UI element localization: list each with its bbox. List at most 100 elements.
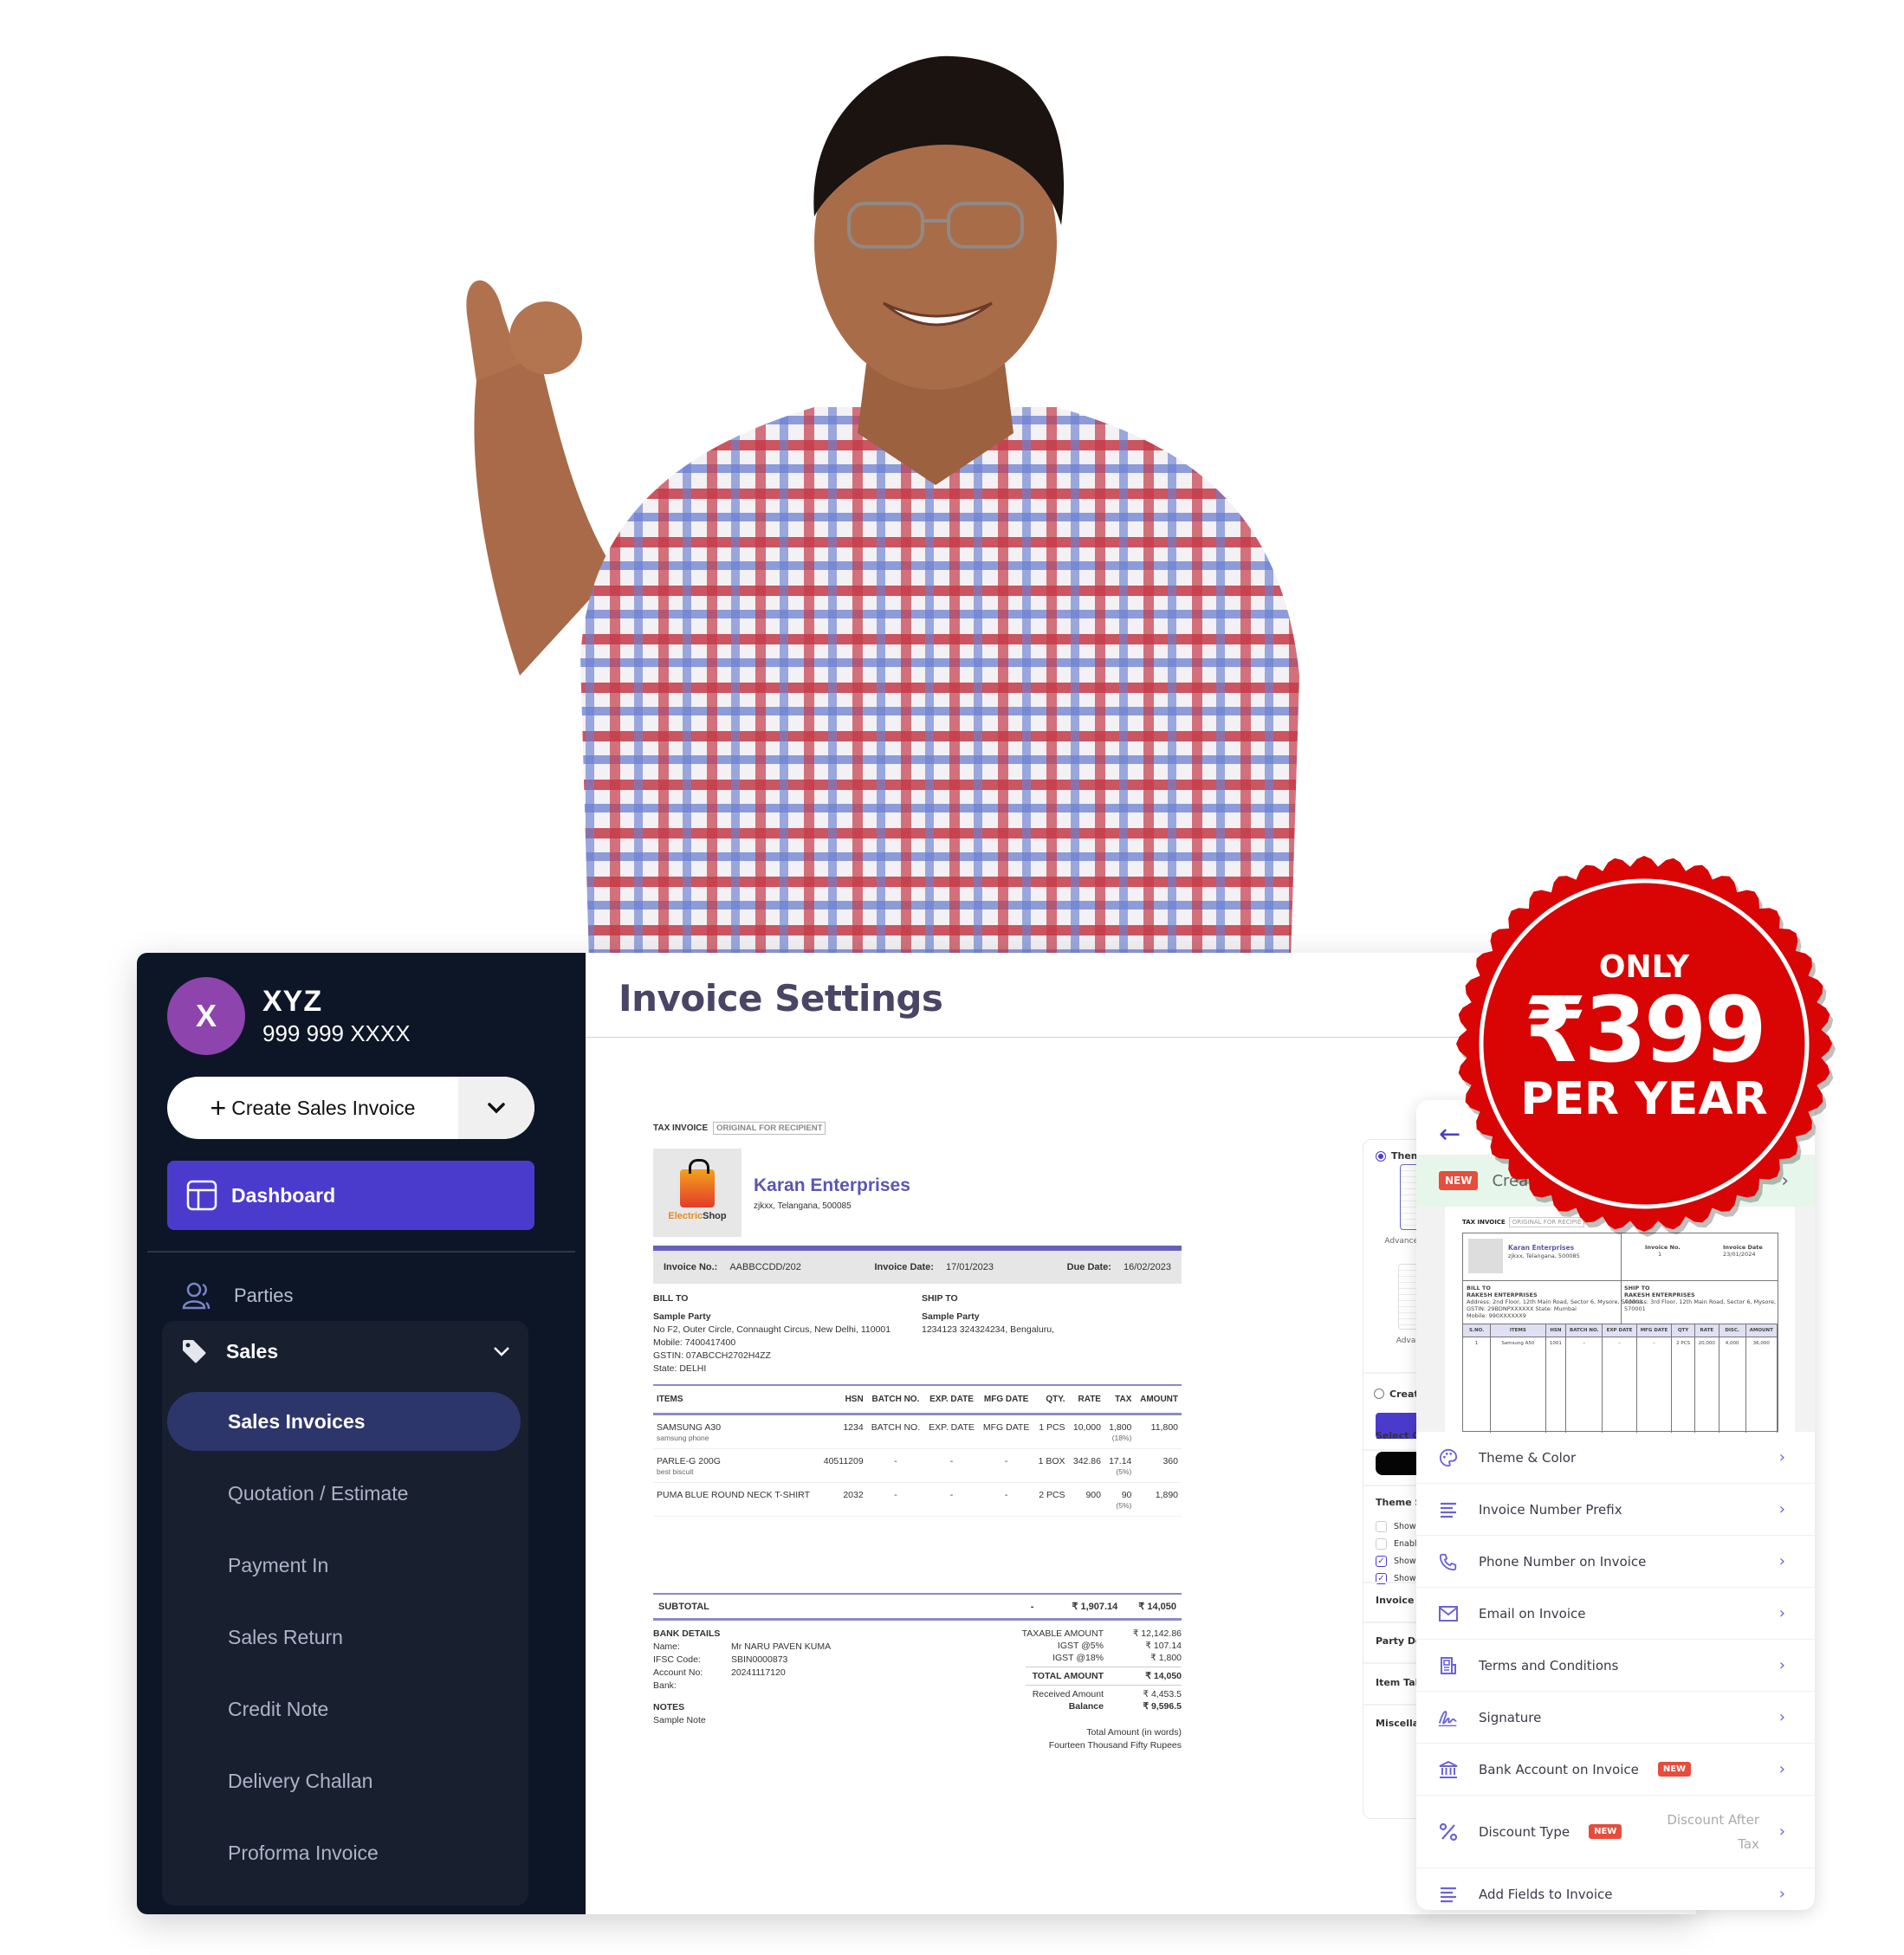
- invoice-preview: TAX INVOICE ORIGINAL FOR RECIPIENT Elect…: [653, 1122, 1182, 1752]
- list-lines-icon: [1437, 1886, 1460, 1903]
- table-row: PARLE-G 200G best biscuit 40511209- - -1 BOX…: [653, 1448, 1182, 1483]
- item-mfg: -: [978, 1482, 1034, 1517]
- preview-cell: –: [1566, 1337, 1603, 1433]
- table-row: SAMSUNG A30 samsung phone 1234 BATCH NO. EXP…: [653, 1414, 1182, 1449]
- sidebar-item-dashboard[interactable]: Dashboard: [167, 1161, 534, 1230]
- badge-per-year: PER YEAR: [1520, 1072, 1768, 1125]
- invoice-date: 17/01/2023: [945, 1262, 994, 1272]
- item-tax-pct: (5%): [1116, 1501, 1132, 1510]
- quotation-label: Quotation / Estimate: [228, 1481, 409, 1505]
- subtotal-label: SUBTOTAL: [658, 1601, 709, 1612]
- create-sales-invoice-button[interactable]: + Create Sales Invoice: [167, 1077, 458, 1139]
- subtotal-tax: ₹ 1,907.14: [1072, 1602, 1118, 1612]
- settings-item-email-on-invoice[interactable]: Email on Invoice ›: [1416, 1588, 1815, 1640]
- preview-cell: –: [1603, 1337, 1637, 1433]
- preview-ship-name: RAKESH ENTERPRISES: [1624, 1291, 1695, 1298]
- sidebar: X XYZ 999 999 XXXX + Create Sales Invoic…: [137, 953, 586, 1914]
- preview-ship-address: Address: 3rd Floor, 12th Main Road, Sect…: [1624, 1298, 1777, 1312]
- bill-to-heading: BILL TO: [653, 1293, 689, 1304]
- preview-column-header: DISC.: [1719, 1324, 1746, 1337]
- parties-label: Parties: [234, 1285, 294, 1306]
- received-value: ₹ 4,453.5: [1143, 1689, 1182, 1699]
- preview-logo: [1468, 1239, 1503, 1273]
- preview-column-header: HSN: [1546, 1324, 1567, 1337]
- preview-bill-name: RAKESH ENTERPRISES: [1467, 1291, 1538, 1298]
- business-logo: ElectricShop: [653, 1149, 742, 1237]
- checkbox-checked-icon: ✓: [1376, 1556, 1387, 1567]
- totals-key: IGST @5%: [1057, 1641, 1104, 1651]
- dashboard-icon: [186, 1180, 217, 1211]
- item-amount: 1,890: [1135, 1482, 1182, 1517]
- settings-item-invoice-number-prefix[interactable]: Invoice Number Prefix ›: [1416, 1484, 1815, 1536]
- users-icon: [182, 1282, 210, 1310]
- sales-group-header[interactable]: Sales: [181, 1338, 510, 1364]
- sidebar-item-quotation-estimate[interactable]: Quotation / Estimate: [167, 1464, 521, 1523]
- sidebar-item-payment-in[interactable]: Payment In: [167, 1536, 521, 1595]
- create-dropdown-button[interactable]: [458, 1077, 534, 1139]
- settings-item-add-fields-to-invoice[interactable]: Add Fields to Invoice ›: [1416, 1868, 1815, 1910]
- chevron-right-icon: ›: [1778, 1822, 1785, 1841]
- item-tax: 1,800 (18%): [1104, 1414, 1136, 1449]
- item-mfg: MFG DATE: [978, 1414, 1034, 1449]
- chevron-right-icon: ›: [1778, 1885, 1785, 1903]
- column-header: MFG DATE: [978, 1386, 1034, 1415]
- preview-invoice-no-label: Invoice No.: [1645, 1244, 1681, 1251]
- bank-details: BANK DETAILS Name: Mr NARU PAVEN KUMA IFSC…: [653, 1628, 982, 1752]
- business-address: zjkxx, Telangana, 500085: [754, 1201, 852, 1211]
- bill-to-gstin: GSTIN: 07ABCCH2702H4ZZ: [653, 1350, 771, 1361]
- sidebar-item-sales-return[interactable]: Sales Return: [167, 1608, 521, 1667]
- sidebar-item-parties[interactable]: Parties: [182, 1282, 293, 1310]
- palette-icon: [1437, 1448, 1460, 1467]
- item-tax: 90 (5%): [1104, 1482, 1136, 1517]
- credit-note-label: Credit Note: [228, 1697, 329, 1720]
- item-exp: -: [924, 1482, 979, 1517]
- preview-cell: 36,000: [1746, 1337, 1778, 1433]
- settings-item-signature[interactable]: Signature ›: [1416, 1692, 1815, 1744]
- preview-business-name: Karan Enterprises: [1508, 1244, 1575, 1252]
- total-value: ₹ 14,050: [1145, 1671, 1182, 1681]
- avatar: X: [167, 977, 245, 1055]
- settings-item-label: Invoice Number Prefix: [1479, 1501, 1622, 1518]
- column-header: AMOUNT: [1135, 1386, 1182, 1415]
- column-header: TAX: [1104, 1386, 1136, 1415]
- sidebar-item-sales-invoices[interactable]: Sales Invoices: [167, 1392, 521, 1451]
- shopping-bag-icon: [680, 1159, 715, 1207]
- sidebar-item-delivery-challan[interactable]: Delivery Challan: [167, 1751, 521, 1810]
- item-exp: -: [924, 1448, 979, 1483]
- ship-to: SHIP TO Sample Party 1234123 324324234, …: [913, 1292, 1182, 1376]
- sidebar-group-sales: Sales Sales Invoices Quotation / Estimat…: [162, 1321, 528, 1906]
- logo-text-shop: Shop: [703, 1211, 727, 1221]
- preview-bill-address: Address: 2nd Floor, 12th Main Road, Sect…: [1467, 1298, 1643, 1305]
- user-profile[interactable]: X XYZ 999 999 XXXX: [167, 977, 411, 1055]
- bank-key: Bank:: [653, 1680, 677, 1691]
- preview-cell: 1: [1463, 1337, 1492, 1433]
- settings-item-bank-account-on-invoice[interactable]: Bank Account on Invoice NEW ›: [1416, 1744, 1815, 1796]
- sidebar-item-proforma-invoice[interactable]: Proforma Invoice: [167, 1823, 521, 1882]
- item-tax-pct: (18%): [1111, 1434, 1132, 1442]
- sidebar-item-credit-note[interactable]: Credit Note: [167, 1680, 521, 1738]
- settings-item-label: Discount Type: [1479, 1823, 1570, 1840]
- bank-value: SBIN0000873: [731, 1654, 788, 1665]
- totals-row: IGST @5% ₹ 107.14: [982, 1640, 1182, 1652]
- totals: TAXABLE AMOUNT ₹ 12,142.86 IGST @5% ₹ 107.1…: [982, 1628, 1182, 1752]
- item-hsn: 2032: [819, 1482, 867, 1517]
- settings-item-label: Theme & Color: [1479, 1449, 1577, 1466]
- bank-value: Mr NARU PAVEN KUMA: [731, 1641, 832, 1652]
- person-illustration: [466, 55, 1299, 961]
- preview-cell: Samsung A50: [1491, 1337, 1546, 1433]
- total-amount-row: TOTAL AMOUNT ₹ 14,050: [982, 1670, 1182, 1682]
- item-desc: samsung phone: [657, 1434, 709, 1442]
- percent-icon: [1437, 1822, 1460, 1842]
- chevron-right-icon: ›: [1778, 1552, 1785, 1570]
- balance-value: ₹ 9,596.5: [1143, 1701, 1182, 1712]
- settings-item-discount-type[interactable]: Discount Type NEW Discount After Tax ›: [1416, 1796, 1815, 1868]
- settings-item-label: Email on Invoice: [1479, 1605, 1586, 1622]
- settings-item-theme-color[interactable]: Theme & Color ›: [1416, 1432, 1815, 1484]
- badge-price: ₹399: [1524, 976, 1766, 1083]
- totals-key: TAXABLE AMOUNT: [1021, 1628, 1104, 1639]
- sales-invoices-label: Sales Invoices: [228, 1409, 366, 1433]
- settings-item-phone-number-on-invoice[interactable]: Phone Number on Invoice ›: [1416, 1536, 1815, 1588]
- settings-item-terms-and-conditions[interactable]: Terms and Conditions ›: [1416, 1640, 1815, 1692]
- sidebar-divider: [147, 1251, 575, 1253]
- notes-text: Sample Note: [653, 1715, 706, 1725]
